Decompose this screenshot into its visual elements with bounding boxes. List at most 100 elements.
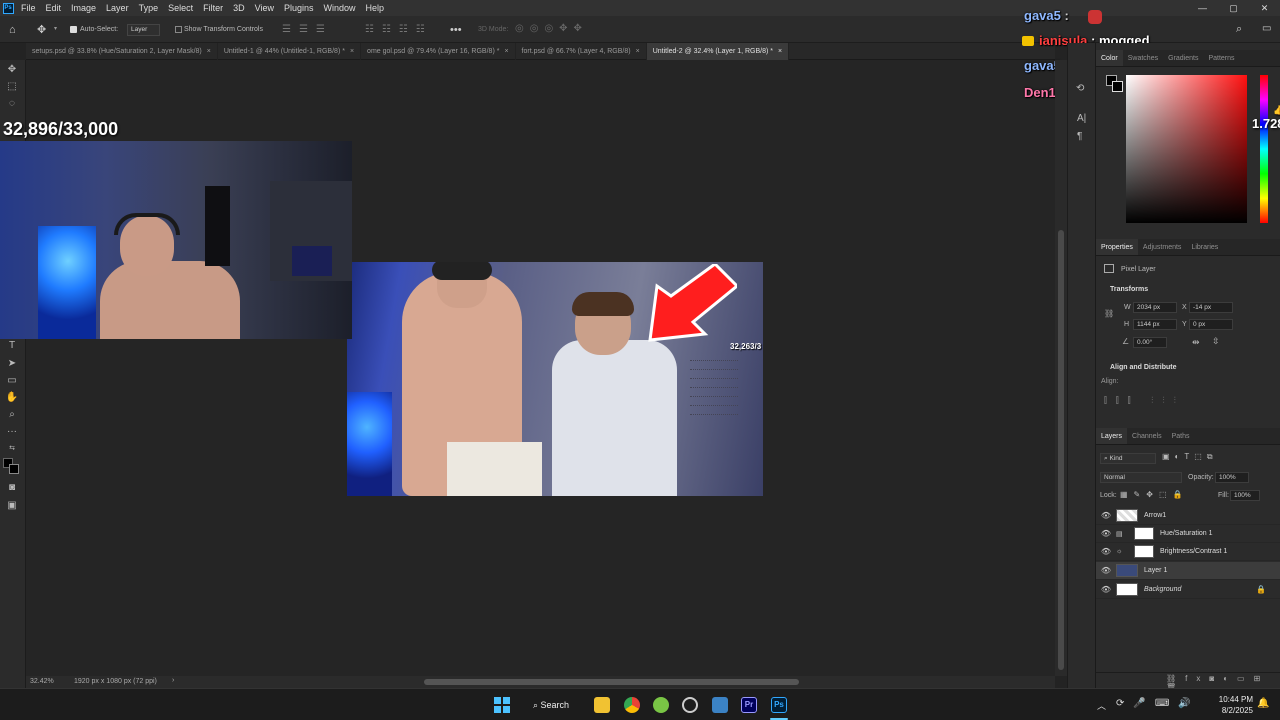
chrome-icon[interactable]	[624, 697, 640, 713]
hue-slider[interactable]	[1260, 75, 1268, 223]
swap-colors-icon[interactable]: ⇆	[5, 443, 19, 455]
layer-row-background[interactable]: 👁 Background 🔒	[1096, 581, 1280, 599]
maximize-button[interactable]: ▢	[1218, 0, 1249, 16]
move-tool-icon[interactable]: ✥	[5, 64, 19, 76]
menu-select[interactable]: Select	[163, 0, 198, 16]
tab-adjustments[interactable]: Adjustments	[1138, 239, 1187, 255]
taskbar-search[interactable]: ⌕ Search	[523, 695, 579, 715]
move-tool-icon[interactable]: ✥	[37, 23, 46, 36]
tab-gradients[interactable]: Gradients	[1163, 50, 1203, 66]
visibility-eye-icon[interactable]: 👁	[1096, 566, 1116, 575]
visibility-eye-icon[interactable]: 👁	[1096, 585, 1116, 594]
menu-window[interactable]: Window	[319, 0, 361, 16]
flip-horizontal-icon[interactable]: ⇹	[1192, 337, 1200, 348]
notepad-icon[interactable]	[712, 697, 728, 713]
tab-paths[interactable]: Paths	[1167, 428, 1195, 444]
angle-field[interactable]: 0.00°	[1133, 337, 1167, 348]
marquee-tool-icon[interactable]: ⬚	[5, 81, 19, 93]
menu-type[interactable]: Type	[134, 0, 164, 16]
close-icon[interactable]: ×	[207, 43, 211, 60]
layer-kind-filter[interactable]: ⌕ Kind	[1100, 453, 1156, 464]
layer-row-hue-saturation[interactable]: 👁 ▤ Hue/Saturation 1	[1096, 525, 1280, 543]
home-icon[interactable]: ⌂	[9, 24, 16, 36]
notification-bell-icon[interactable]: 🔔	[1257, 698, 1269, 709]
tab-libraries[interactable]: Libraries	[1186, 239, 1223, 255]
app-icon[interactable]	[653, 697, 669, 713]
lock-icons[interactable]: ▦✎✥⬚🔒	[1120, 490, 1188, 499]
close-icon[interactable]: ×	[350, 43, 354, 60]
quick-mask-icon[interactable]: ◙	[5, 482, 19, 494]
link-icon[interactable]: ⛓	[1104, 309, 1114, 318]
width-field[interactable]: 2034 px	[1133, 302, 1177, 313]
search-icon[interactable]: ⌕	[1236, 23, 1242, 36]
height-field[interactable]: 1144 px	[1133, 319, 1177, 330]
visibility-eye-icon[interactable]: 👁	[1096, 511, 1116, 520]
flip-vertical-icon[interactable]: ⇳	[1212, 336, 1220, 347]
zoom-level[interactable]: 32.42%	[30, 678, 54, 685]
tab-properties[interactable]: Properties	[1096, 239, 1138, 255]
tray-icons[interactable]: ⟳🎤⌨🔊	[1116, 698, 1200, 709]
character-icon[interactable]: A|	[1077, 113, 1086, 124]
menu-filter[interactable]: Filter	[198, 0, 228, 16]
tab-setups[interactable]: setups.psd @ 33.8% (Hue/Saturation 2, La…	[26, 43, 218, 60]
screen-mode-icon[interactable]: ▣	[5, 500, 19, 512]
file-explorer-icon[interactable]	[594, 697, 610, 713]
visibility-eye-icon[interactable]: 👁	[1096, 547, 1116, 556]
history-icon[interactable]: ⟲	[1076, 83, 1084, 94]
lasso-tool-icon[interactable]: ◌	[5, 98, 19, 110]
layer-row-layer-1[interactable]: 👁 Layer 1	[1096, 562, 1280, 580]
tab-fort[interactable]: fort.psd @ 66.7% (Layer 4, RGB/8) ×	[516, 43, 647, 60]
layer-row-brightness-contrast[interactable]: 👁 ☼ Brightness/Contrast 1	[1096, 543, 1280, 561]
type-tool-icon[interactable]: T	[5, 340, 19, 352]
menu-image[interactable]: Image	[66, 0, 101, 16]
photoshop-taskbar-icon[interactable]: Ps	[771, 697, 787, 713]
menu-3d[interactable]: 3D	[228, 0, 250, 16]
rectangle-tool-icon[interactable]: ▭	[5, 375, 19, 387]
align-section-title[interactable]: Align and Distribute	[1110, 364, 1177, 371]
chevron-down-icon[interactable]: ▾	[54, 25, 57, 32]
windows-start-icon[interactable]	[494, 697, 510, 713]
menu-plugins[interactable]: Plugins	[279, 0, 319, 16]
hand-tool-icon[interactable]: ✋	[5, 392, 19, 404]
show-transform-checkbox[interactable]	[175, 26, 182, 33]
color-picker-field[interactable]	[1126, 75, 1247, 223]
distribute-icons[interactable]: ☷☷☷☷	[365, 24, 433, 35]
y-field[interactable]: 0 px	[1189, 319, 1233, 330]
tab-untitled-1[interactable]: Untitled-1 @ 44% (Untitled-1, RGB/8) * ×	[218, 43, 362, 60]
transforms-section-title[interactable]: Transforms	[1110, 286, 1148, 293]
background-color-swatch[interactable]	[1112, 81, 1123, 92]
close-window-button[interactable]: ✕	[1249, 0, 1280, 16]
lock-icon[interactable]: 🔒	[1256, 585, 1266, 594]
more-options-icon[interactable]: •••	[450, 24, 462, 36]
path-selection-icon[interactable]: ➤	[5, 358, 19, 370]
workspace-icon[interactable]: ▭	[1262, 23, 1271, 34]
photoshop-logo-icon[interactable]: Ps	[0, 0, 16, 16]
fill-field[interactable]: 100%	[1230, 490, 1260, 501]
menu-edit[interactable]: Edit	[41, 0, 67, 16]
horizontal-scrollbar[interactable]	[424, 679, 799, 685]
tab-layers[interactable]: Layers	[1096, 428, 1128, 444]
clock-time[interactable]: 10:44 PM	[1213, 695, 1253, 704]
scroll-thumb[interactable]	[1058, 230, 1064, 670]
blend-mode-dropdown[interactable]: Normal	[1100, 472, 1182, 483]
align-icons[interactable]: ☰☰☰	[282, 24, 333, 35]
x-field[interactable]: -14 px	[1189, 302, 1233, 313]
menu-file[interactable]: File	[16, 0, 41, 16]
menu-layer[interactable]: Layer	[101, 0, 134, 16]
premiere-pro-icon[interactable]: Pr	[741, 697, 757, 713]
align-buttons[interactable]: ⫿⫿⫿ ⫶⫶⫶	[1104, 395, 1185, 406]
paragraph-icon[interactable]: ¶	[1077, 131, 1082, 142]
close-icon[interactable]: ×	[636, 43, 640, 60]
tab-ome-gol[interactable]: ome gol.psd @ 79.4% (Layer 16, RGB/8) * ×	[361, 43, 516, 60]
auto-select-dropdown[interactable]: Layer	[127, 24, 160, 36]
tab-untitled-2[interactable]: Untitled-2 @ 32.4% (Layer 1, RGB/8) * ×	[646, 43, 790, 60]
background-color-swatch[interactable]	[9, 464, 19, 474]
more-tools-icon[interactable]: ···	[5, 426, 19, 438]
clock-date[interactable]: 8/2/2025	[1213, 706, 1253, 715]
tab-channels[interactable]: Channels	[1127, 428, 1167, 444]
minimize-button[interactable]: —	[1187, 0, 1218, 16]
steam-icon[interactable]	[682, 697, 698, 713]
menu-help[interactable]: Help	[361, 0, 390, 16]
tab-patterns[interactable]: Patterns	[1203, 50, 1239, 66]
document-image[interactable]: 32,263/3	[347, 262, 763, 496]
